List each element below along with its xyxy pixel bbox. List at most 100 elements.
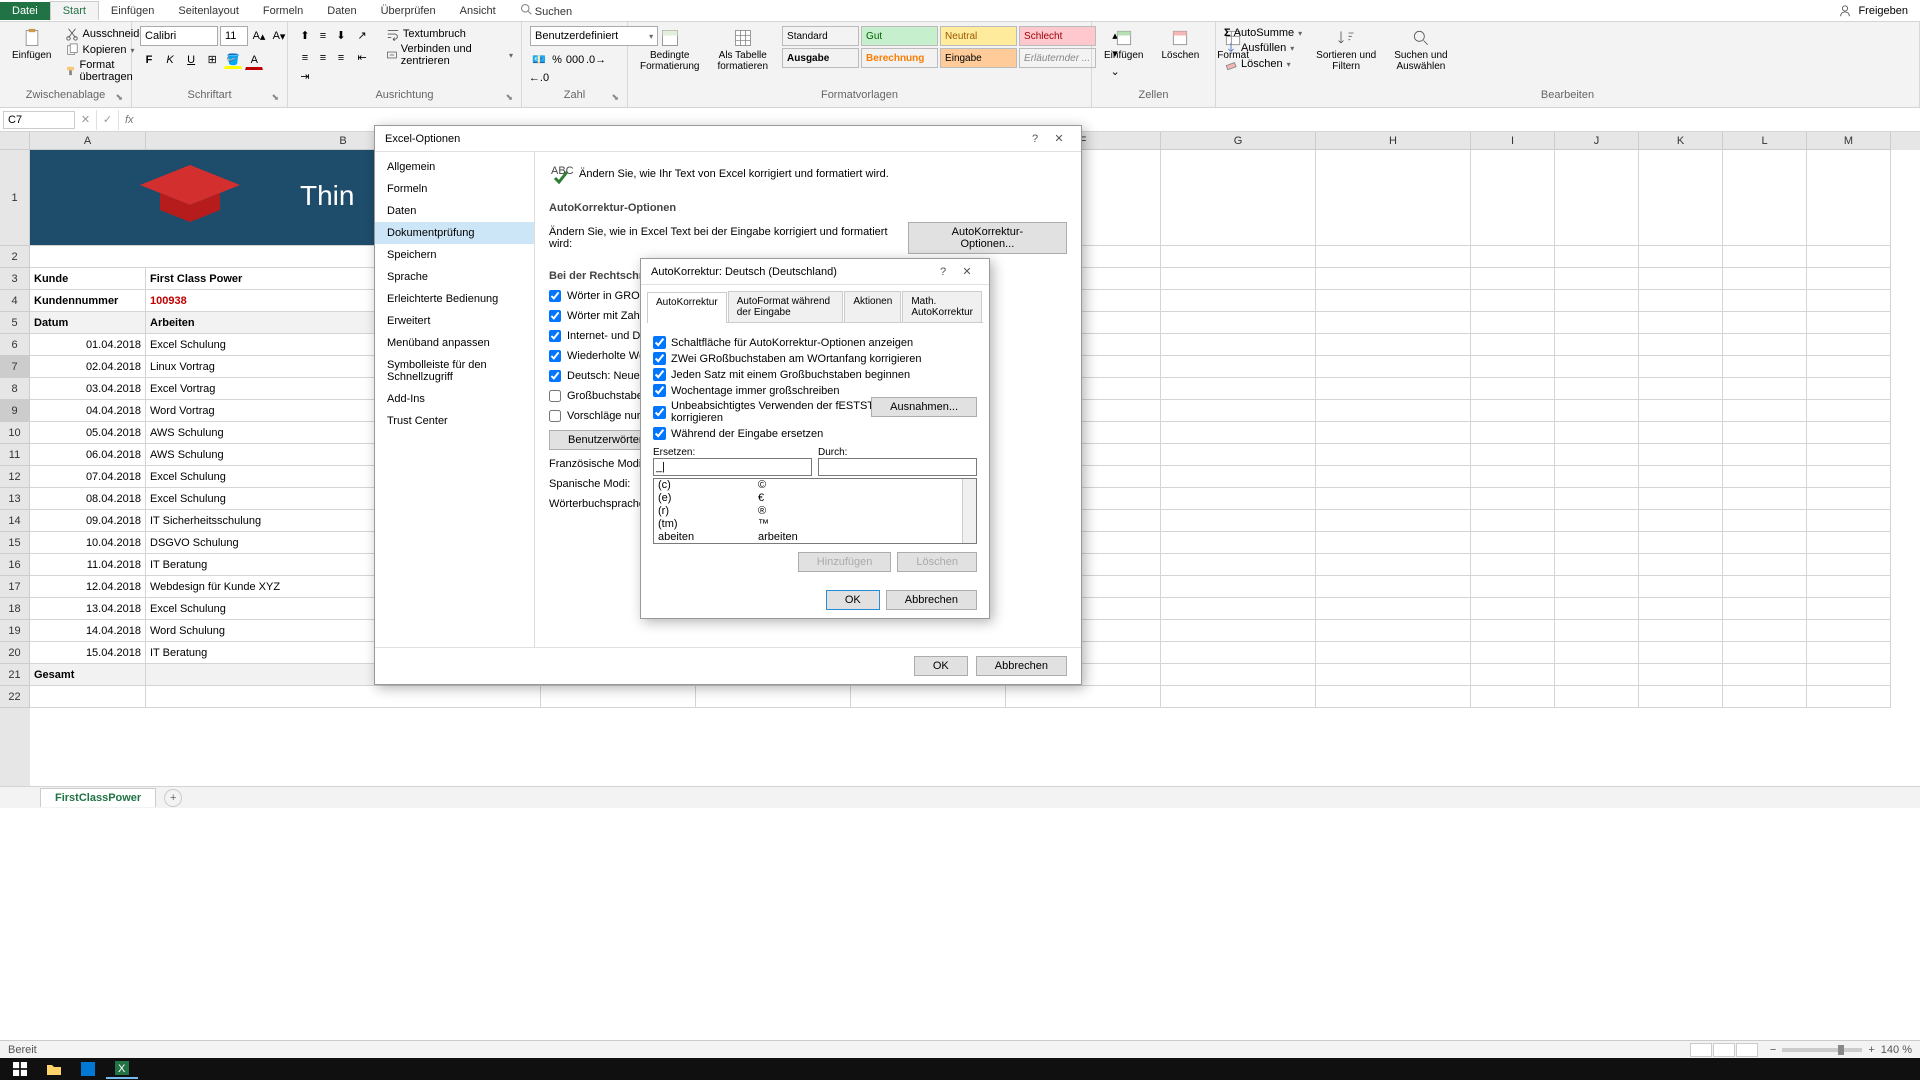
row-header[interactable]: 12 bbox=[0, 466, 30, 488]
cell[interactable] bbox=[1471, 532, 1555, 554]
cell[interactable] bbox=[1555, 312, 1639, 334]
exceptions-button[interactable]: Ausnahmen... bbox=[871, 397, 977, 417]
cell[interactable] bbox=[1807, 290, 1891, 312]
cell[interactable] bbox=[1316, 598, 1471, 620]
sheet-tab[interactable]: FirstClassPower bbox=[40, 788, 156, 807]
row-header[interactable]: 17 bbox=[0, 576, 30, 598]
insert-cells-button[interactable]: Einfügen bbox=[1100, 26, 1147, 63]
sidebar-item-save[interactable]: Speichern bbox=[375, 244, 534, 266]
row-header[interactable]: 5 bbox=[0, 312, 30, 334]
row-header[interactable]: 22 bbox=[0, 686, 30, 708]
cell[interactable] bbox=[1471, 576, 1555, 598]
autocorrect-ok-button[interactable]: OK bbox=[826, 590, 880, 610]
cell[interactable] bbox=[1316, 334, 1471, 356]
conditional-formatting-button[interactable]: Bedingte Formatierung bbox=[636, 26, 703, 74]
cell[interactable] bbox=[1723, 532, 1807, 554]
cell[interactable] bbox=[1807, 664, 1891, 686]
cell[interactable] bbox=[1161, 598, 1316, 620]
increase-decimal-button[interactable]: .0→ bbox=[587, 51, 605, 69]
cell[interactable] bbox=[1639, 642, 1723, 664]
align-middle-button[interactable]: ≡ bbox=[314, 27, 332, 45]
autosum-button[interactable]: Σ AutoSumme▾ bbox=[1224, 26, 1302, 40]
cell[interactable] bbox=[1316, 400, 1471, 422]
italic-button[interactable]: K bbox=[161, 51, 179, 69]
cell[interactable] bbox=[1161, 510, 1316, 532]
chk-suggest-main-dict[interactable] bbox=[549, 410, 561, 422]
cell[interactable] bbox=[1723, 466, 1807, 488]
cell[interactable] bbox=[1471, 400, 1555, 422]
cell[interactable] bbox=[696, 686, 851, 708]
cell[interactable] bbox=[1555, 576, 1639, 598]
cell[interactable]: 04.04.2018 bbox=[30, 400, 146, 422]
cell[interactable] bbox=[1639, 444, 1723, 466]
cell[interactable] bbox=[1639, 466, 1723, 488]
list-item[interactable]: (c)© bbox=[654, 479, 976, 492]
col-header[interactable]: M bbox=[1807, 132, 1891, 150]
cell[interactable] bbox=[1316, 312, 1471, 334]
find-select-button[interactable]: Suchen und Auswählen bbox=[1390, 26, 1451, 74]
row-header[interactable]: 8 bbox=[0, 378, 30, 400]
cell[interactable] bbox=[1471, 444, 1555, 466]
row-header[interactable]: 3 bbox=[0, 268, 30, 290]
row-header[interactable]: 21 bbox=[0, 664, 30, 686]
cell[interactable] bbox=[1639, 246, 1723, 268]
cell[interactable] bbox=[1639, 664, 1723, 686]
cell[interactable] bbox=[1471, 290, 1555, 312]
cell[interactable]: 13.04.2018 bbox=[30, 598, 146, 620]
cell[interactable] bbox=[1471, 510, 1555, 532]
decrease-font-button[interactable]: A▾ bbox=[270, 27, 288, 45]
cell[interactable] bbox=[1639, 268, 1723, 290]
cell[interactable] bbox=[1723, 290, 1807, 312]
cell[interactable] bbox=[1723, 510, 1807, 532]
cell[interactable] bbox=[1555, 334, 1639, 356]
tab-view[interactable]: Ansicht bbox=[448, 2, 508, 20]
align-right-button[interactable]: ≡ bbox=[332, 49, 350, 67]
cell[interactable] bbox=[146, 686, 541, 708]
confirm-edit-button[interactable]: ✓ bbox=[97, 110, 119, 130]
row-header[interactable]: 19 bbox=[0, 620, 30, 642]
style-input[interactable]: Eingabe bbox=[940, 48, 1017, 68]
row-header[interactable]: 16 bbox=[0, 554, 30, 576]
cell[interactable] bbox=[1807, 312, 1891, 334]
cell[interactable] bbox=[1316, 466, 1471, 488]
align-top-button[interactable]: ⬆ bbox=[296, 26, 314, 44]
cell[interactable] bbox=[1639, 356, 1723, 378]
chk-internet-addresses[interactable] bbox=[549, 330, 561, 342]
cell[interactable] bbox=[1161, 150, 1316, 246]
cell[interactable]: 07.04.2018 bbox=[30, 466, 146, 488]
cell[interactable] bbox=[1316, 444, 1471, 466]
font-name-input[interactable] bbox=[140, 26, 218, 46]
align-bottom-button[interactable]: ⬇ bbox=[332, 26, 350, 44]
cell[interactable] bbox=[1807, 150, 1891, 246]
cell[interactable] bbox=[1316, 554, 1471, 576]
cell[interactable] bbox=[1723, 620, 1807, 642]
autocorrect-list[interactable]: (c)© (e)€ (r)® (tm)™ abeitenarbeiten bbox=[653, 478, 977, 544]
row-header[interactable]: 7 bbox=[0, 356, 30, 378]
autocorrect-cancel-button[interactable]: Abbrechen bbox=[886, 590, 977, 610]
sidebar-item-qat[interactable]: Symbolleiste für den Schnellzugriff bbox=[375, 354, 534, 388]
delete-cells-button[interactable]: Löschen bbox=[1157, 26, 1203, 63]
cell[interactable] bbox=[1161, 268, 1316, 290]
close-button[interactable]: ✕ bbox=[1047, 132, 1071, 145]
cell[interactable] bbox=[1161, 664, 1316, 686]
cell[interactable] bbox=[1471, 598, 1555, 620]
list-item[interactable]: (tm)™ bbox=[654, 518, 976, 531]
cell[interactable] bbox=[1639, 686, 1723, 708]
cell[interactable] bbox=[1639, 290, 1723, 312]
cell[interactable]: 15.04.2018 bbox=[30, 642, 146, 664]
cell[interactable]: Kunde bbox=[30, 268, 146, 290]
cell[interactable] bbox=[1471, 686, 1555, 708]
chk-words-with-numbers[interactable] bbox=[549, 310, 561, 322]
style-output[interactable]: Ausgabe bbox=[782, 48, 859, 68]
cell[interactable] bbox=[1723, 246, 1807, 268]
cell[interactable] bbox=[1161, 444, 1316, 466]
clear-button[interactable]: Löschen▾ bbox=[1224, 56, 1302, 72]
replace-input[interactable] bbox=[653, 458, 812, 476]
cell[interactable]: 06.04.2018 bbox=[30, 444, 146, 466]
decrease-decimal-button[interactable]: ←.0 bbox=[530, 69, 548, 87]
tab-file[interactable]: Datei bbox=[0, 2, 50, 20]
border-button[interactable]: ⊞ bbox=[203, 50, 221, 68]
close-button[interactable]: ✕ bbox=[955, 265, 979, 278]
cell[interactable] bbox=[1161, 290, 1316, 312]
row-header[interactable]: 14 bbox=[0, 510, 30, 532]
